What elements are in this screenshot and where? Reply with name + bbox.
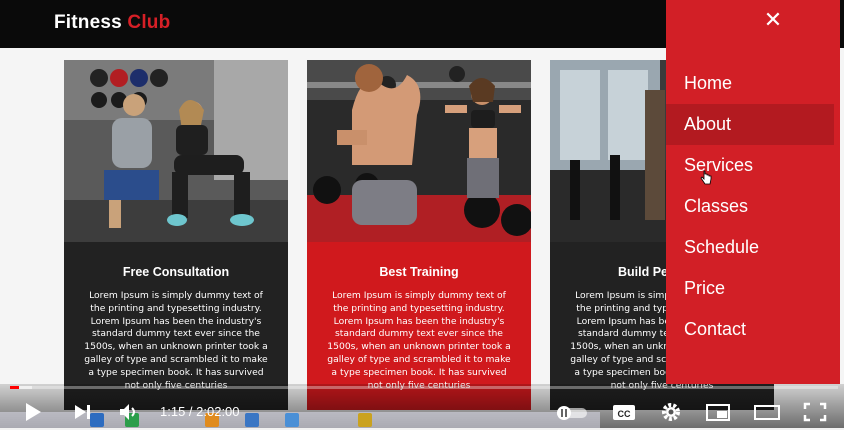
trainer-photo xyxy=(64,60,288,242)
progress-bar[interactable] xyxy=(10,386,838,389)
miniplayer-icon[interactable] xyxy=(705,398,731,426)
taskbar-app-icon[interactable] xyxy=(358,413,372,427)
menu-item-classes[interactable]: Classes xyxy=(666,186,840,227)
menu-item-price[interactable]: Price xyxy=(666,268,840,309)
play-icon[interactable] xyxy=(22,398,44,426)
close-icon[interactable]: ✕ xyxy=(760,8,786,34)
svg-text:CC: CC xyxy=(618,409,631,419)
next-icon[interactable] xyxy=(72,398,94,426)
captions-icon[interactable]: CC xyxy=(611,398,637,426)
card-title: Best Training xyxy=(379,265,459,279)
menu-item-contact[interactable]: Contact xyxy=(666,309,840,350)
side-menu: ✕ Home About Services Classes Schedule P… xyxy=(666,0,840,384)
menu-item-services[interactable]: Services xyxy=(666,145,840,186)
feature-card-consultation: Free Consultation Lorem Ipsum is simply … xyxy=(64,60,288,410)
brand-accent-text: Club xyxy=(127,12,171,33)
progress-fill xyxy=(10,386,19,389)
brand-text: Fitness xyxy=(54,12,128,33)
card-title: Free Consultation xyxy=(122,265,230,279)
menu-list: Home About Services Classes Schedule Pri… xyxy=(666,63,840,350)
menu-item-about[interactable]: About xyxy=(666,104,834,145)
feature-card-training: Best Training Lorem Ipsum is simply dumm… xyxy=(307,60,531,410)
taskbar-app-icon[interactable] xyxy=(245,413,259,427)
menu-item-schedule[interactable]: Schedule xyxy=(666,227,840,268)
volume-icon[interactable] xyxy=(118,398,140,426)
card-text: Lorem Ipsum is simply dummy text of the … xyxy=(327,290,511,391)
autoplay-toggle-icon[interactable] xyxy=(555,398,589,426)
hand-cursor-icon xyxy=(700,170,712,186)
time-display: 1:15 / 2:02:00 xyxy=(160,404,240,419)
training-photo xyxy=(307,60,531,242)
site-logo[interactable]: Fitness Club xyxy=(54,12,170,34)
fullscreen-icon[interactable] xyxy=(802,398,828,426)
taskbar-app-icon[interactable] xyxy=(285,413,299,427)
theater-icon[interactable] xyxy=(753,398,781,426)
card-text: Lorem Ipsum is simply dummy text of the … xyxy=(84,290,268,391)
settings-icon[interactable] xyxy=(659,398,683,426)
menu-item-home[interactable]: Home xyxy=(666,63,840,104)
